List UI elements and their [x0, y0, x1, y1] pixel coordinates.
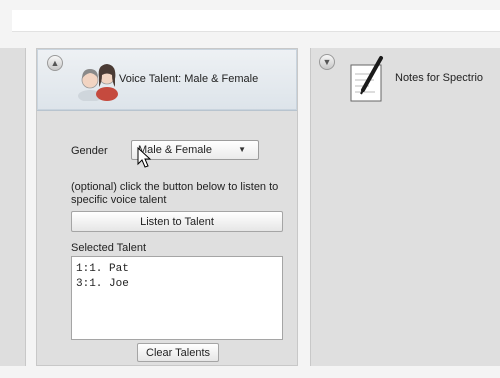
notes-title: Notes for Spectrio — [395, 72, 484, 84]
collapse-down-icon[interactable]: ▼ — [319, 54, 335, 70]
mouse-cursor-icon — [137, 147, 152, 168]
collapse-up-icon[interactable]: ▲ — [47, 55, 63, 71]
voice-talent-header[interactable]: ▲ Voice Talent: Male & Female — [37, 49, 297, 111]
notes-panel: ▼ Notes for Spectrio — [310, 48, 500, 366]
listen-to-talent-button[interactable]: Listen to Talent — [71, 211, 283, 232]
notes-header[interactable]: ▼ Notes for Spectrio — [311, 48, 500, 110]
clear-talents-button[interactable]: Clear Talents — [137, 343, 219, 362]
left-panel — [0, 48, 26, 366]
voice-talent-panel: ▲ Voice Talent: Male & Female Gender Mal… — [36, 48, 298, 366]
selected-talent-label: Selected Talent — [71, 242, 147, 254]
list-item[interactable]: 3:1. Joe — [76, 277, 278, 292]
selected-talent-list[interactable]: 1:1. Pat 3:1. Joe — [71, 256, 283, 340]
chevron-down-icon: ▼ — [238, 145, 246, 154]
people-icon — [78, 64, 118, 101]
gender-label: Gender — [71, 145, 108, 157]
top-bar — [12, 10, 500, 32]
list-item[interactable]: 1:1. Pat — [76, 262, 278, 277]
listen-help-text: (optional) click the button below to lis… — [71, 181, 279, 206]
voice-talent-title: Voice Talent: Male & Female — [119, 73, 259, 85]
notepad-pen-icon — [350, 56, 383, 102]
